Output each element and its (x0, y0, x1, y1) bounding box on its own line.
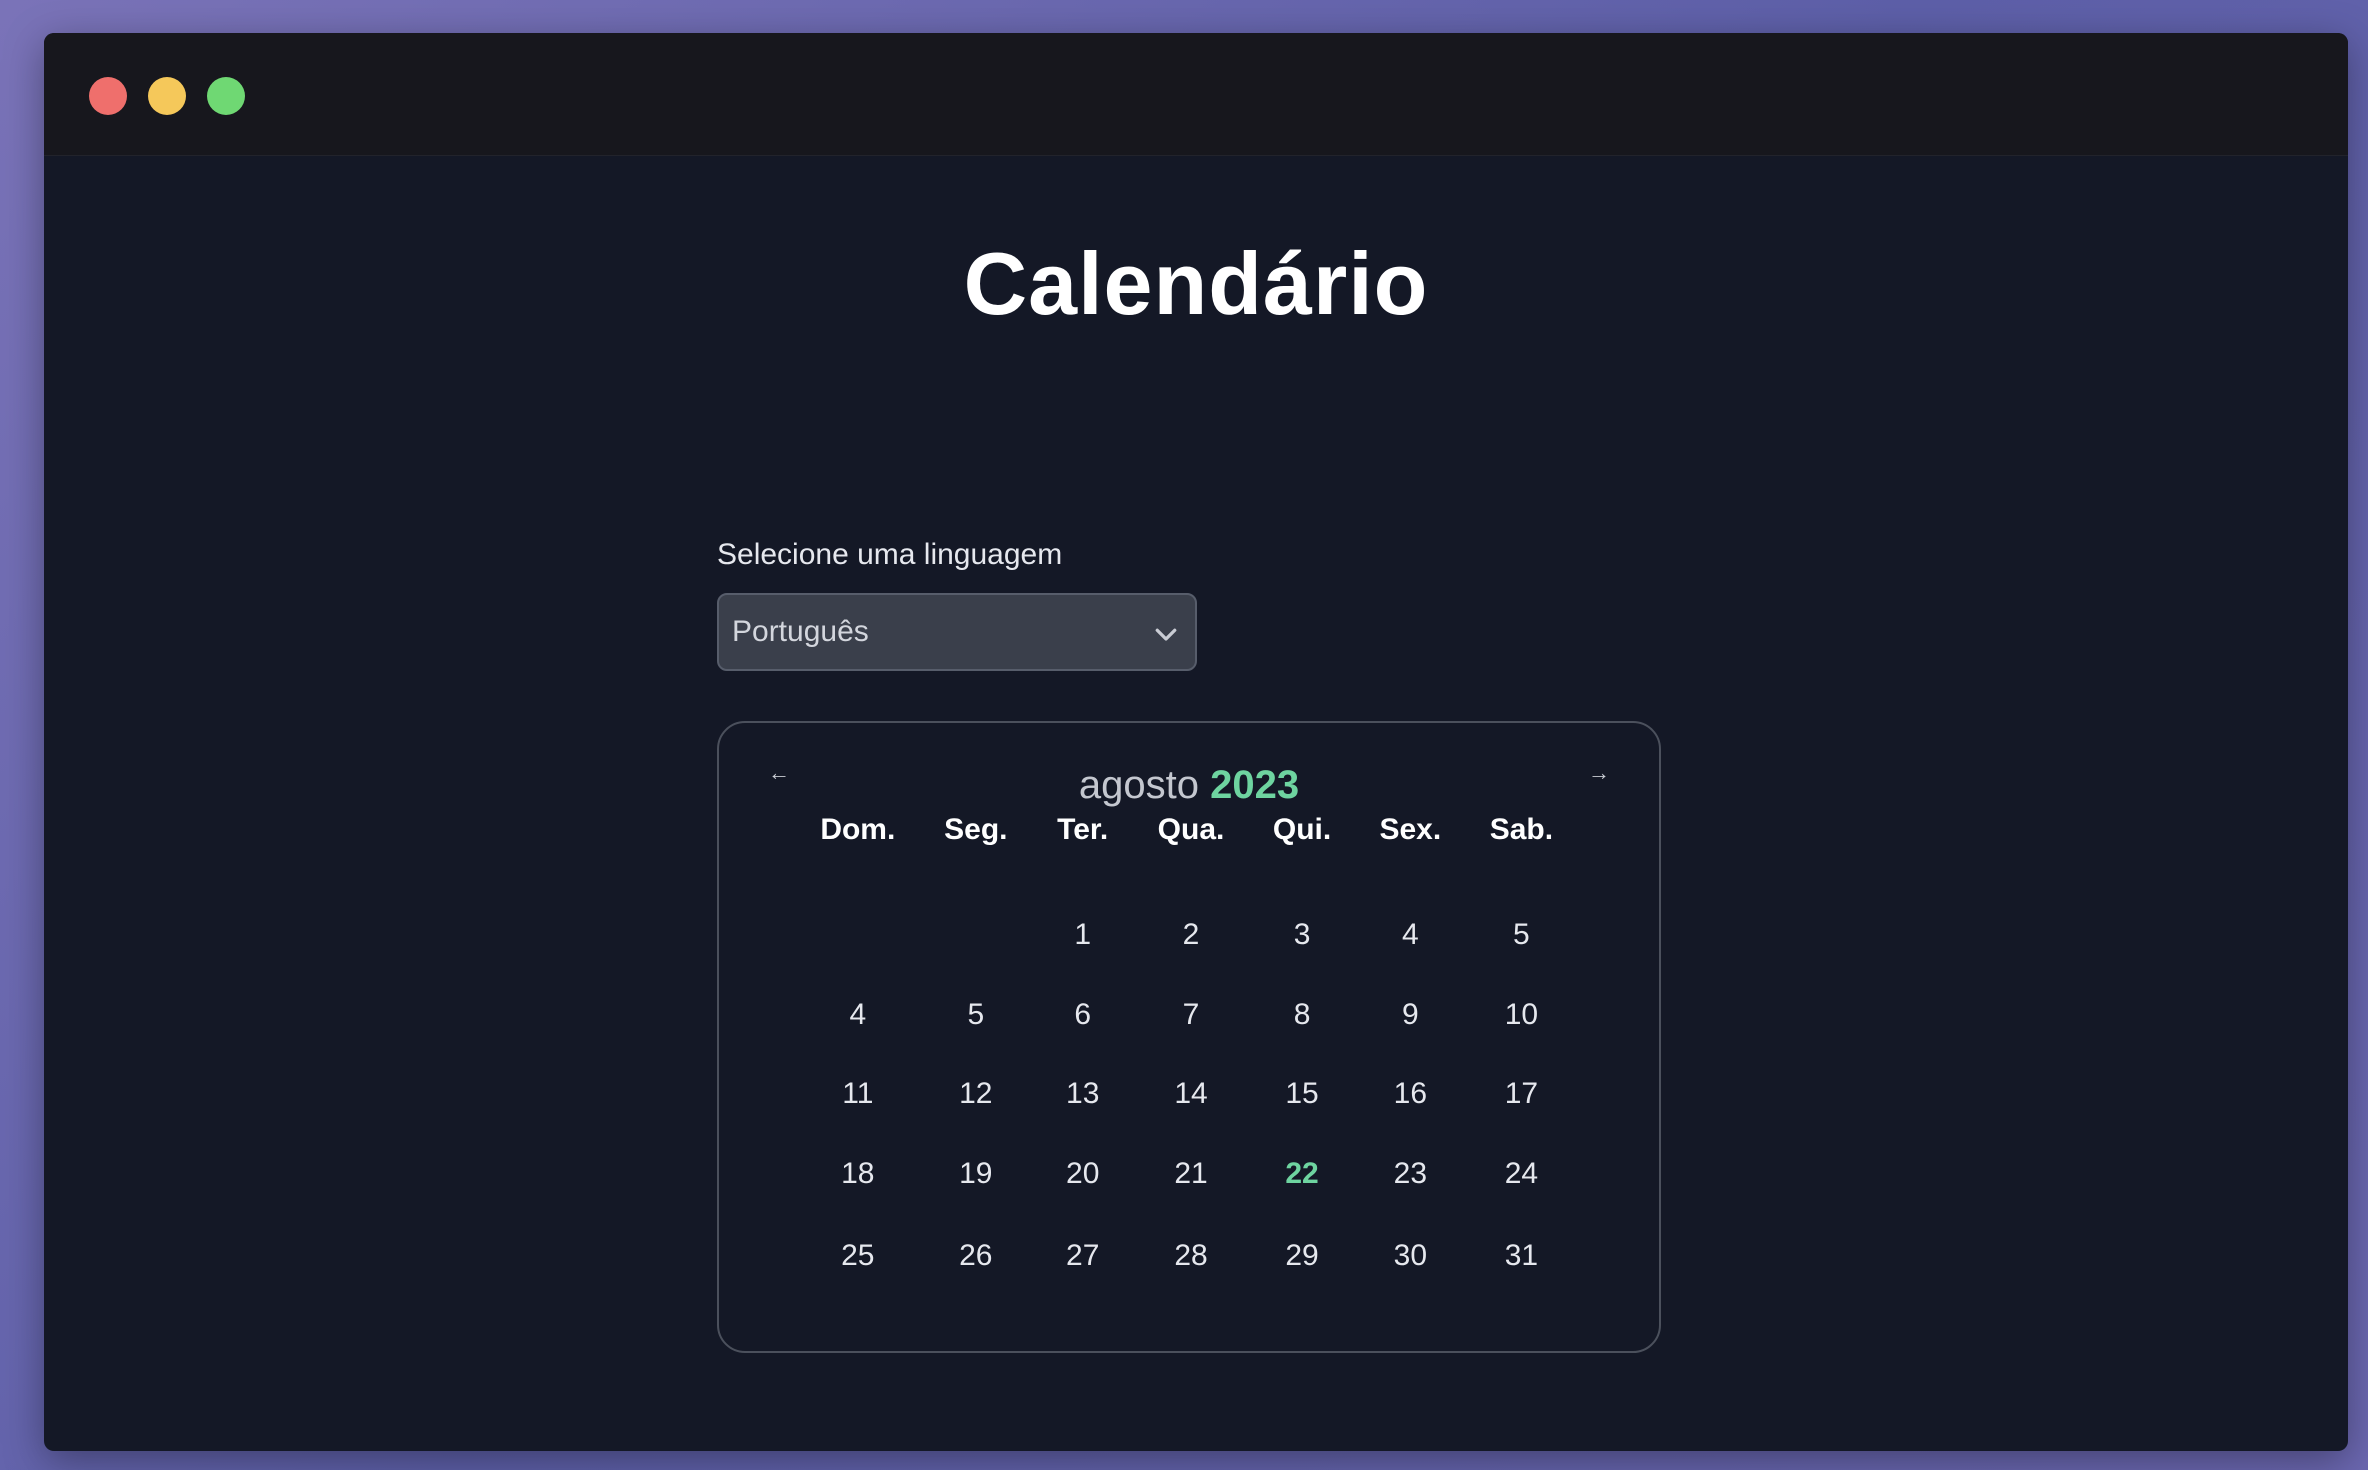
minimize-window-button[interactable] (148, 77, 186, 115)
calendar-day[interactable]: 7 (1141, 990, 1241, 1040)
calendar-header: agosto 2023 (719, 761, 1659, 809)
calendar-day[interactable]: 19 (926, 1149, 1026, 1199)
weekday-label: Qui. (1272, 813, 1332, 846)
calendar-day[interactable]: 23 (1360, 1149, 1460, 1199)
calendar-day[interactable]: 4 (808, 990, 908, 1040)
calendar-day[interactable]: 30 (1360, 1231, 1460, 1281)
title-bar (44, 33, 2348, 156)
calendar-day[interactable]: 18 (808, 1149, 908, 1199)
calendar-day[interactable]: 10 (1471, 990, 1571, 1040)
calendar-week-row: 4 5 6 7 8 9 10 (719, 990, 1659, 1050)
calendar-day[interactable]: 12 (926, 1069, 1026, 1119)
weekday-label: Seg. (944, 813, 1008, 846)
calendar-day[interactable]: 17 (1471, 1069, 1571, 1119)
calendar-month: agosto (1078, 763, 1199, 807)
calendar-day[interactable]: 13 (1033, 1069, 1133, 1119)
calendar-week-row: 12345 (719, 910, 1659, 970)
language-select-value: Português (732, 615, 869, 648)
weekday-label: Sab. (1489, 813, 1554, 846)
calendar-day[interactable]: 5 (926, 990, 1026, 1040)
calendar-week-row: 11 12 13 14 15 16 17 (719, 1069, 1659, 1129)
calendar-day[interactable]: 25 (808, 1231, 908, 1281)
calendar-day[interactable]: 14 (1141, 1069, 1241, 1119)
calendar-day[interactable]: 16 (1360, 1069, 1460, 1119)
calendar-week-row: 25 26 27 28 29 30 31 (719, 1231, 1659, 1291)
calendar-day[interactable]: 2 (1141, 910, 1241, 960)
calendar-day[interactable]: 24 (1471, 1149, 1571, 1199)
language-select[interactable]: Português (717, 593, 1197, 671)
calendar-day[interactable]: 21 (1141, 1149, 1241, 1199)
calendar-day[interactable]: 15 (1252, 1069, 1352, 1119)
calendar-day[interactable]: 4 (1360, 910, 1460, 960)
calendar-day[interactable]: 31 (1471, 1231, 1571, 1281)
calendar-day[interactable]: 8 (1252, 990, 1352, 1040)
page-title: Calendário (963, 234, 1429, 333)
calendar-day[interactable]: 29 (1252, 1231, 1352, 1281)
calendar-day[interactable]: 26 (926, 1231, 1026, 1281)
maximize-window-button[interactable] (207, 77, 245, 115)
calendar-day[interactable]: 6 (1033, 990, 1133, 1040)
weekday-label: Sex. (1379, 813, 1442, 846)
next-month-button[interactable]: → (1579, 753, 1619, 793)
weekday-label: Qua. (1157, 813, 1225, 846)
calendar: ← agosto 2023 → Dom. Seg. Ter. Qua. Qui. Sex.… (717, 721, 1661, 1353)
weekday-label: Ter. (1057, 813, 1109, 846)
calendar-day[interactable]: 1 (1033, 910, 1133, 960)
weekday-header-row: Dom. Seg. Ter. Qua. Qui. Sex. Sab. (719, 805, 1659, 865)
calendar-day[interactable]: 9 (1360, 990, 1460, 1040)
calendar-week-row: 18 19 20 21 22 23 24 (719, 1149, 1659, 1209)
calendar-day[interactable]: 28 (1141, 1231, 1241, 1281)
arrow-right-icon: → (1588, 760, 1610, 785)
calendar-day[interactable]: 11 (808, 1069, 908, 1119)
calendar-day[interactable]: 3 (1252, 910, 1352, 960)
calendar-day-today[interactable]: 22 (1252, 1149, 1352, 1199)
calendar-day[interactable]: 27 (1033, 1231, 1133, 1281)
language-select-label: Selecione uma linguagem (717, 538, 1063, 571)
calendar-year: 2023 (1210, 763, 1300, 807)
weekday-label: Dom. (820, 813, 896, 846)
close-window-button[interactable] (89, 77, 127, 115)
calendar-day[interactable]: 5 (1471, 910, 1571, 960)
calendar-day[interactable]: 20 (1033, 1149, 1133, 1199)
chevron-down-icon (1155, 628, 1177, 641)
app-window: Calendário Selecione uma linguagem Portu… (44, 33, 2348, 1451)
